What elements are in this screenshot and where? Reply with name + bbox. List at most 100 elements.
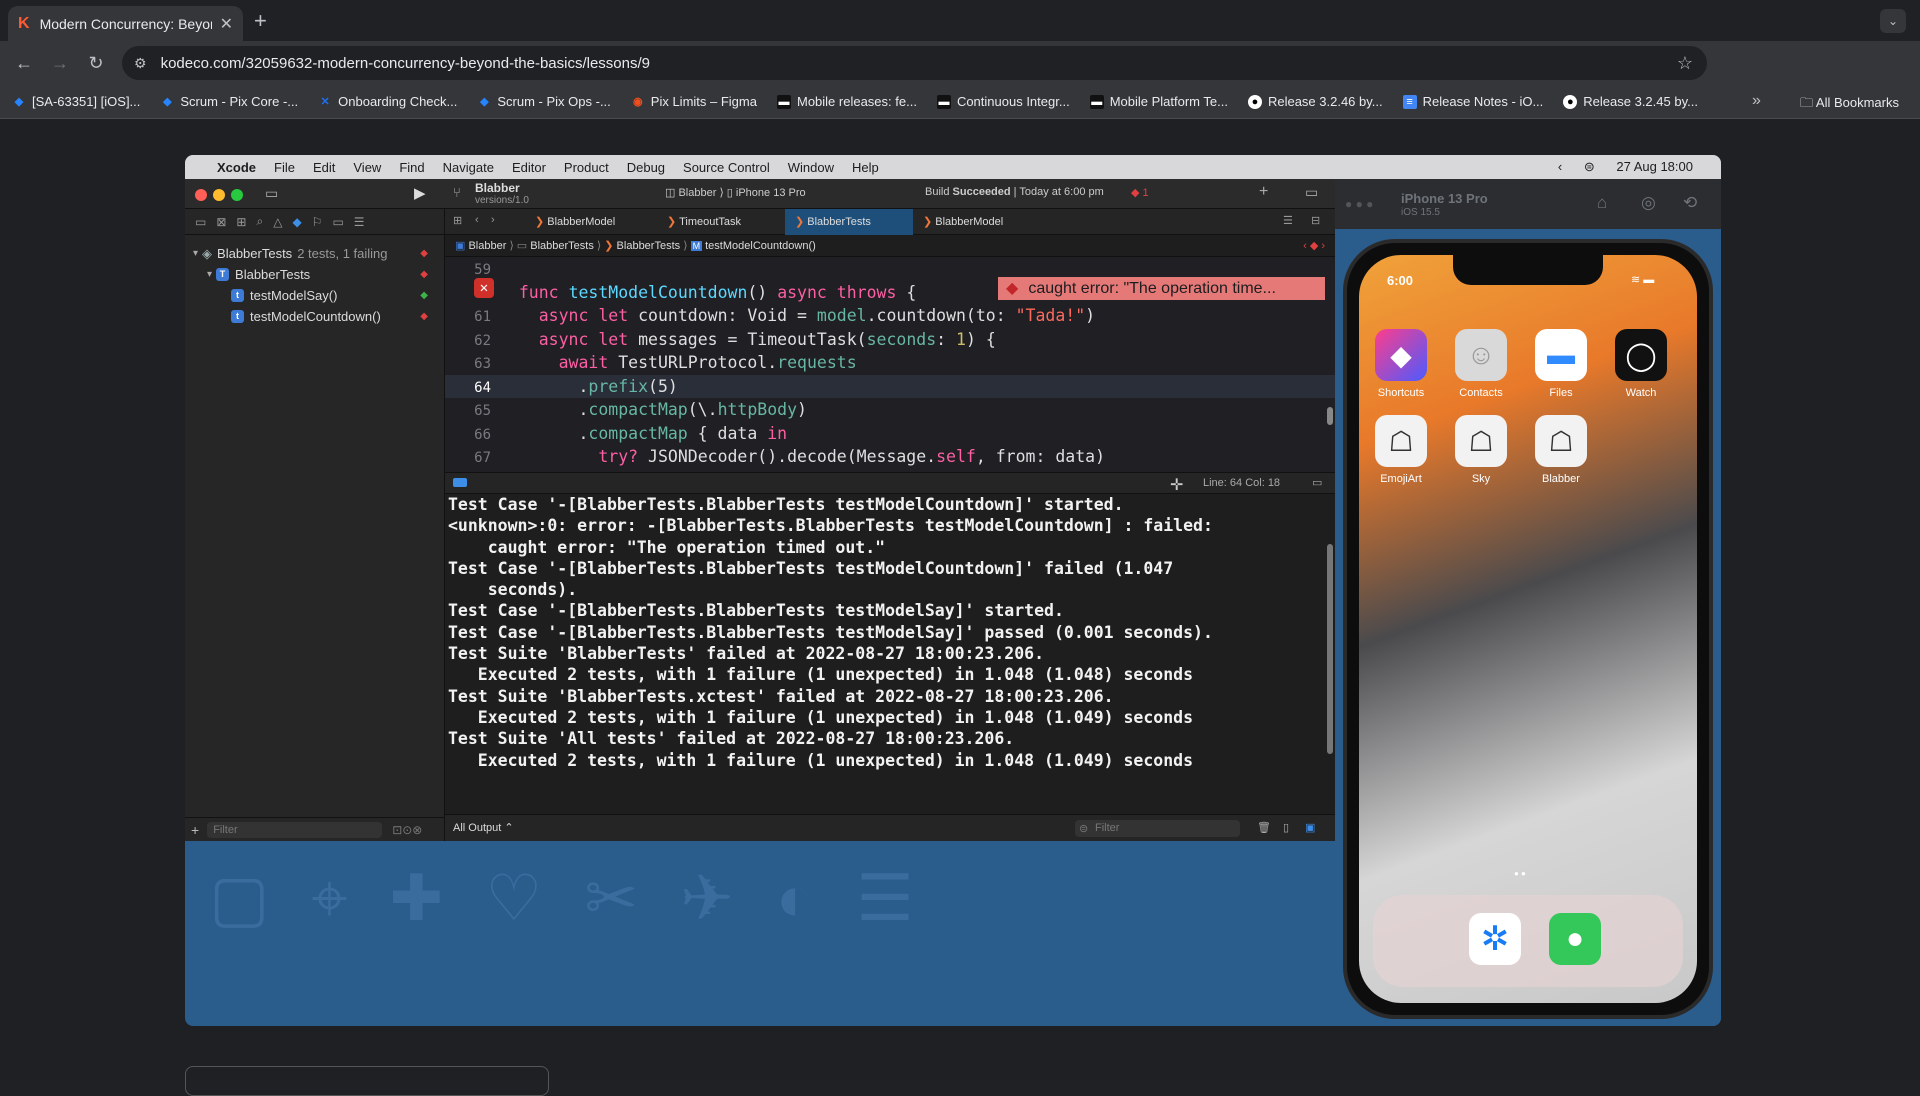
filter-options-icon[interactable]: ⊡⊙⊗ <box>392 823 422 837</box>
run-button-icon[interactable]: ▶ <box>414 184 426 202</box>
editor-scrollbar[interactable] <box>1327 407 1333 425</box>
toggle-inspector-icon[interactable]: ▭ <box>1305 184 1318 201</box>
app-blabber[interactable]: ☖ Blabber <box>1533 415 1589 485</box>
zoom-window-button[interactable] <box>231 189 243 201</box>
site-info-icon[interactable]: ⚙ <box>134 55 147 72</box>
test-failure-marker-icon[interactable]: ✕ <box>474 278 494 298</box>
menu-edit[interactable]: Edit <box>313 160 335 175</box>
menu-editor[interactable]: Editor <box>512 160 546 175</box>
hide-debug-area-icon[interactable]: ▭ <box>1312 476 1322 489</box>
editor-grid-icon[interactable]: ⊞ <box>453 214 462 227</box>
bookmark-item[interactable]: ▬ Continuous Integr... <box>936 94 1070 109</box>
bookmark-item[interactable]: ● Release 3.2.46 by... <box>1247 94 1383 109</box>
more-bookmarks-icon[interactable]: » <box>1752 92 1761 110</box>
debug-icon[interactable]: ⚐ <box>312 215 323 229</box>
safari-icon[interactable]: ✲ <box>1469 913 1521 965</box>
new-tab-button[interactable]: + <box>254 8 267 34</box>
bookmark-item[interactable]: ▬ Mobile releases: fe... <box>776 94 917 109</box>
test-class-row[interactable]: ▾ T BlabberTests ◆ <box>185 264 444 285</box>
home-icon[interactable]: ⌂ <box>1597 193 1607 213</box>
close-window-button[interactable] <box>195 189 207 201</box>
page-dots[interactable]: ● ● <box>1514 869 1526 878</box>
menu-product[interactable]: Product <box>564 160 609 175</box>
bookmark-item[interactable]: ● Release 3.2.45 by... <box>1563 94 1698 109</box>
close-tab-icon[interactable]: ✕ <box>220 14 233 34</box>
variables-view-icon[interactable]: ▯ <box>1283 815 1289 842</box>
warning-icon[interactable]: △ <box>273 215 282 229</box>
console-output[interactable]: Test Case '-[BlabberTests.BlabberTests t… <box>445 494 1335 814</box>
lesson-video[interactable]: ▢ ⌖ ✚ ♡ ✂ ✈ ◐ ☰ Xcode File Edit View Find Navig… <box>185 155 1721 1026</box>
minimize-window-button[interactable] <box>213 189 225 201</box>
split-editor-icon[interactable]: ⊟ <box>1311 214 1320 227</box>
editor-tab[interactable]: ❯ TimeoutTask <box>657 209 751 235</box>
breakpoint-icon[interactable]: ▭ <box>332 215 343 229</box>
folder-icon[interactable]: ▭ <box>195 215 206 229</box>
menu-find[interactable]: Find <box>399 160 424 175</box>
address-bar[interactable]: ⚙ kodeco.com/32059632-modern-concurrency… <box>122 46 1707 80</box>
reload-icon[interactable]: ↻ <box>78 53 114 74</box>
bookmark-item[interactable]: ◆ [SA-63351] [iOS]... <box>12 94 141 109</box>
issues-badge[interactable]: ◆ 1 <box>1131 186 1149 199</box>
menu-source-control[interactable]: Source Control <box>683 160 770 175</box>
editor-tab[interactable]: ❯ BlabberModel <box>525 209 625 235</box>
app-sky[interactable]: ☖ Sky <box>1453 415 1509 485</box>
console-view-icon[interactable]: ▣ <box>1305 815 1315 842</box>
navigator-filter-input[interactable]: Filter <box>207 821 383 838</box>
iphone-home-screen[interactable]: 6:00 ≋ ▬ ◆ Shortcuts ☺ Contacts ▬ Files ◯ Wa… <box>1359 255 1697 1003</box>
toggle-navigator-icon[interactable]: ▭ <box>265 185 278 202</box>
editor-options-icon[interactable]: ☰ <box>1283 214 1293 227</box>
editor-tab[interactable]: ❯ BlabberModel <box>913 209 1013 235</box>
bookmark-item[interactable]: ◆ Scrum - Pix Ops -... <box>477 94 611 109</box>
app-contacts[interactable]: ☺ Contacts <box>1453 329 1509 399</box>
back-nav-icon[interactable]: ‹ <box>475 214 479 226</box>
add-icon[interactable]: + <box>191 822 199 838</box>
search-icon[interactable]: ⌕ <box>256 214 263 229</box>
menu-window[interactable]: Window <box>788 160 834 175</box>
bookmark-item[interactable]: ≡ Release Notes - iO... <box>1402 94 1543 109</box>
test-icon[interactable]: ◆ <box>292 215 301 229</box>
browser-tab-active[interactable]: K Modern Concurrency: Beyond the Basics … <box>8 6 243 41</box>
scheme-name[interactable]: Blabber <box>475 181 520 195</box>
test-bundle-row[interactable]: ▾ ◈ BlabberTests 2 tests, 1 failing ◆ <box>185 243 444 264</box>
bookmark-item[interactable]: ◉ Pix Limits – Figma <box>631 94 757 109</box>
bookmark-item[interactable]: ✕ Onboarding Check... <box>318 94 458 109</box>
messages-icon[interactable]: ● <box>1549 913 1601 965</box>
rotate-icon[interactable]: ⟲ <box>1683 193 1697 213</box>
source-control-icon[interactable]: ⊠ <box>216 215 226 229</box>
bookmark-item[interactable]: ▬ Mobile Platform Te... <box>1089 94 1228 109</box>
test-method-row[interactable]: t testModelCountdown() ◆ <box>185 306 444 327</box>
menu-debug[interactable]: Debug <box>627 160 665 175</box>
console-filter-input[interactable]: Filter <box>1075 820 1240 837</box>
menu-help[interactable]: Help <box>852 160 879 175</box>
app-shortcuts[interactable]: ◆ Shortcuts <box>1373 329 1429 399</box>
symbol-icon[interactable]: ⊞ <box>236 215 246 229</box>
console-scrollbar[interactable] <box>1327 544 1333 754</box>
editor-tab-active[interactable]: ❯ BlabberTests <box>785 209 913 235</box>
trash-icon[interactable]: 🗑 <box>1257 815 1271 842</box>
control-center-icon[interactable]: ⊜ <box>1584 159 1599 174</box>
forward-icon[interactable]: → <box>42 53 78 74</box>
screenshot-icon[interactable]: ◎ <box>1641 193 1656 213</box>
inline-error-banner[interactable]: ◆ caught error: "The operation time... <box>998 277 1325 300</box>
output-scope-select[interactable]: All Output ⌃ <box>453 815 514 842</box>
chevron-left-icon[interactable]: ‹ <box>1558 159 1566 174</box>
all-bookmarks-button[interactable]: 🗀 All Bookmarks <box>1800 94 1899 116</box>
bookmark-star-icon[interactable]: ☆ <box>1677 53 1693 74</box>
run-destination[interactable]: ◫ Blabber ⟩ ▯ iPhone 13 Pro <box>665 186 806 199</box>
bookmark-item[interactable]: ◆ Scrum - Pix Core -... <box>160 94 298 109</box>
menu-view[interactable]: View <box>353 160 381 175</box>
menu-navigate[interactable]: Navigate <box>443 160 494 175</box>
tab-search-button[interactable]: ⌄ <box>1880 9 1906 33</box>
issue-navigation-icon[interactable]: ‹ ◆ › <box>1303 235 1325 257</box>
disclosure-icon[interactable]: ▾ <box>207 269 212 280</box>
source-editor[interactable]: 59 60 func testModelCountdown() async th… <box>445 257 1335 472</box>
menu-xcode[interactable]: Xcode <box>217 160 256 175</box>
app-watch[interactable]: ◯ Watch <box>1613 329 1669 399</box>
window-buttons-icon[interactable]: ● ● ● <box>1345 197 1373 211</box>
app-emojiart[interactable]: ☖ EmojiArt <box>1373 415 1429 485</box>
back-icon[interactable]: ← <box>6 53 42 74</box>
debug-area-toggle-icon[interactable] <box>453 478 467 487</box>
test-method-row[interactable]: t testModelSay() ◆ <box>185 285 444 306</box>
disclosure-icon[interactable]: ▾ <box>193 248 198 259</box>
resize-handle-icon[interactable]: ✛ <box>1170 475 1183 495</box>
